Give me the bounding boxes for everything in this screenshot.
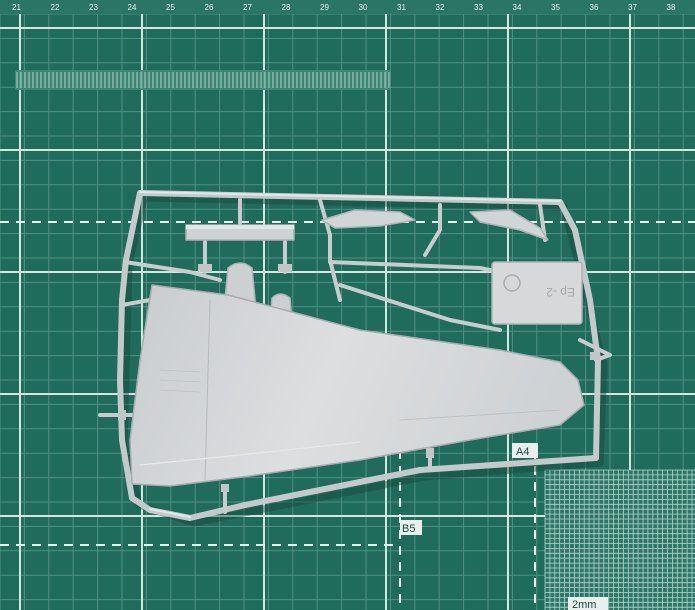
ruler-number: 26	[205, 3, 214, 12]
ruler-number: 34	[513, 3, 522, 12]
label-b5-box: B5	[400, 520, 422, 535]
ruler-number: 32	[436, 3, 445, 12]
part-marking: Ep -2	[546, 285, 575, 299]
label-b5: B5	[402, 523, 415, 535]
ruler-number: 33	[474, 3, 483, 12]
cutting-mat-photo: 21 22 23 24 25 26 27 28 29 30 31 32 33 34 35 36 37 38 A4 …	[0, 0, 695, 610]
label-a4: A4	[516, 446, 529, 458]
ruler-number: 36	[590, 3, 599, 12]
ruler-number: 38	[667, 3, 676, 12]
ruler-number: 37	[628, 3, 637, 12]
ruler-number: 31	[397, 3, 406, 12]
label-scale-box: 2mm	[568, 597, 608, 610]
ruler-number: 30	[359, 3, 368, 12]
hatched-strip	[15, 70, 390, 90]
ruler-number: 23	[89, 3, 98, 12]
ruler-number: 24	[128, 3, 137, 12]
ruler-number: 35	[551, 3, 560, 12]
ruler-number: 22	[51, 3, 60, 12]
fine-scale-area	[544, 469, 695, 610]
ruler-number: 25	[166, 3, 175, 12]
photo-scene: 21 22 23 24 25 26 27 28 29 30 31 32 33 34 35 36 37 38 A4 …	[0, 0, 695, 610]
ruler-number: 28	[282, 3, 291, 12]
part-plate: Ep -2	[491, 261, 583, 325]
part-small-bar	[185, 224, 295, 241]
ruler-number: 29	[320, 3, 329, 12]
label-a4-box: A4	[512, 443, 538, 458]
ruler-number: 21	[12, 3, 21, 12]
label-scale: 2mm	[572, 599, 596, 610]
ruler-number: 27	[243, 3, 252, 12]
